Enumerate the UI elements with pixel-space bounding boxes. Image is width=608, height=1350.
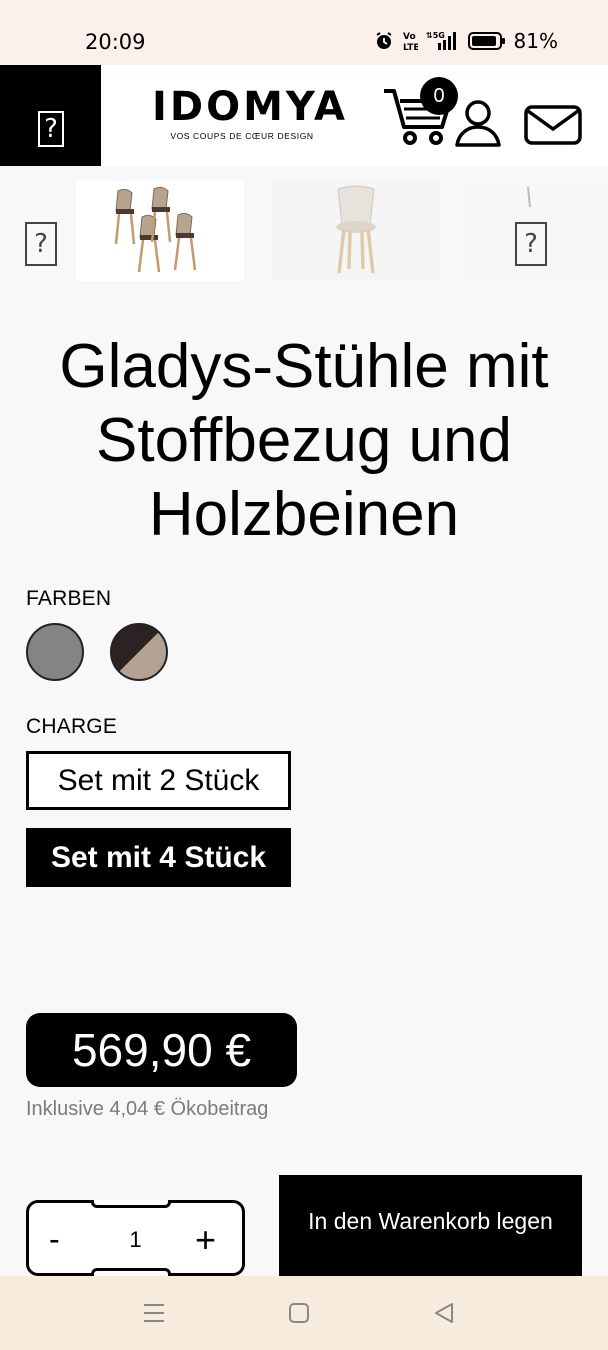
thumbnail-four-chairs[interactable] <box>76 181 244 281</box>
site-header: ? IDOMYA VOS COUPS DE CŒUR DESIGN 0 <box>0 65 608 166</box>
eco-contribution-note: Inklusive 4,04 € Ökobeitrag <box>26 1098 269 1120</box>
volte-icon: VoLTE <box>403 32 418 52</box>
home-nav-icon[interactable] <box>287 1300 311 1326</box>
option-set-2[interactable]: Set mit 2 Stück <box>26 751 291 810</box>
site-logo[interactable]: IDOMYA VOS COUPS DE CŒUR DESIGN <box>152 84 348 141</box>
user-icon[interactable] <box>454 99 502 147</box>
menu-button[interactable]: ? <box>0 65 101 166</box>
svg-text:Vo: Vo <box>403 32 416 42</box>
quantity-increase-button[interactable]: + <box>195 1219 216 1261</box>
svg-text:LTE: LTE <box>403 43 418 52</box>
color-swatch-brown-beige[interactable] <box>110 623 168 681</box>
svg-text:⇅5G: ⇅5G <box>426 31 445 40</box>
single-chair-image <box>336 185 376 274</box>
charge-label: CHARGE <box>26 715 118 738</box>
chairs-set-image <box>114 186 197 273</box>
battery-icon <box>467 32 505 50</box>
back-nav-icon[interactable] <box>432 1300 456 1326</box>
cart-count-badge: 0 <box>420 77 458 115</box>
gallery-next-icon[interactable]: ? <box>515 222 547 266</box>
gallery-prev-icon[interactable]: ? <box>25 222 57 266</box>
logo-text: IDOMYA <box>152 84 348 130</box>
question-icon: ? <box>38 111 64 147</box>
stepper-notch <box>91 1268 171 1276</box>
menu-nav-icon[interactable] <box>142 1300 166 1326</box>
system-nav-bar <box>0 1276 608 1350</box>
add-to-cart-button[interactable]: In den Warenkorb legen <box>279 1175 582 1285</box>
option-set-4[interactable]: Set mit 4 Stück <box>26 828 291 887</box>
battery-percent: 81% <box>513 29 558 53</box>
quantity-stepper: - 1 + <box>26 1200 245 1276</box>
logo-tagline: VOS COUPS DE CŒUR DESIGN <box>170 131 314 141</box>
status-bar: 20:09 Vo LTE ⇅5G 81% <box>0 0 608 65</box>
colors-label: FARBEN <box>26 587 112 610</box>
price-badge: 569,90 € <box>26 1013 297 1087</box>
thumbnail-third[interactable]: ? <box>466 181 608 281</box>
product-title: Gladys-Stühle mit Stoffbezug und Holzbei… <box>59 332 549 549</box>
alarm-icon <box>375 32 392 49</box>
mail-icon[interactable] <box>524 105 582 145</box>
5g-signal-icon: ⇅5G <box>426 31 456 50</box>
status-time: 20:09 <box>85 30 146 54</box>
stepper-notch <box>91 1200 171 1208</box>
color-swatch-grey[interactable] <box>26 623 84 681</box>
thumbnail-single-chair[interactable] <box>272 181 440 281</box>
image-gallery: ? ? <box>0 166 608 296</box>
status-icons: Vo LTE ⇅5G 81% <box>374 29 558 53</box>
